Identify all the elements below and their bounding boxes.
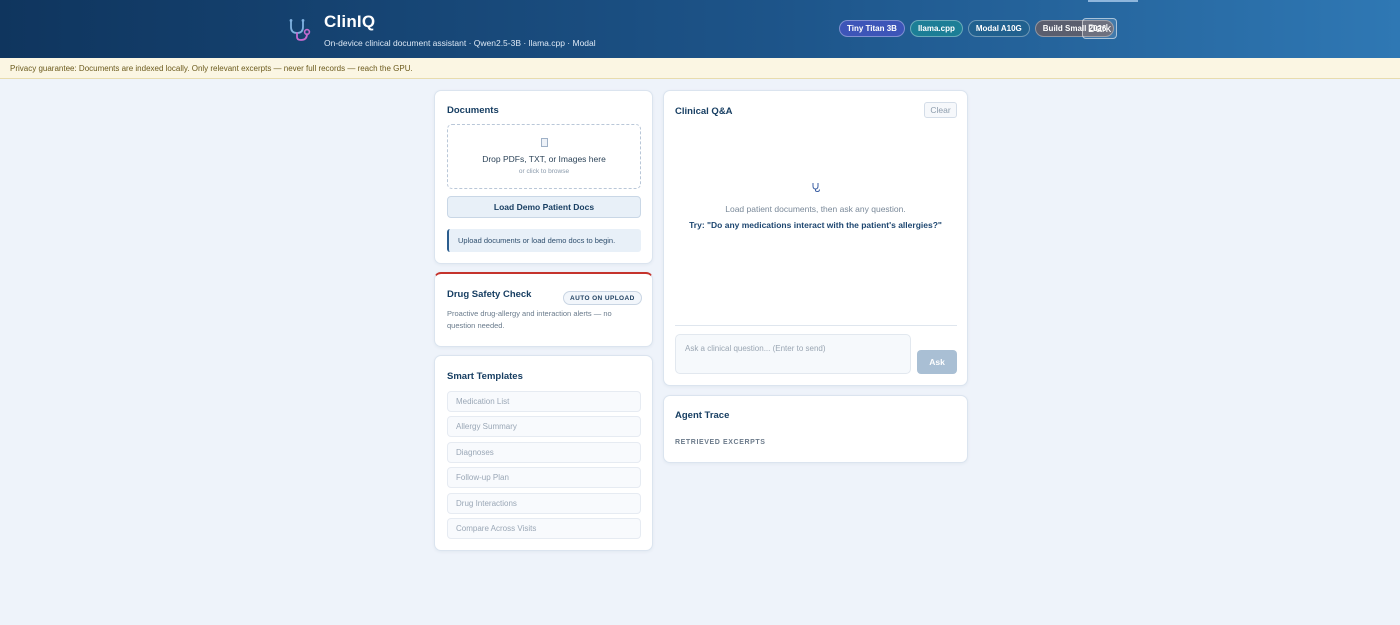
badge-model: Tiny Titan 3B bbox=[839, 20, 905, 37]
documents-title: Documents bbox=[447, 105, 499, 116]
stethoscope-icon bbox=[289, 19, 311, 41]
dark-mode-toggle[interactable]: Dark bbox=[1082, 18, 1117, 39]
app-header: ClinIQ On-device clinical document assis… bbox=[0, 0, 1400, 58]
auto-upload-badge: AUTO ON UPLOAD bbox=[563, 291, 642, 305]
drug-safety-title: Drug Safety Check bbox=[447, 289, 532, 300]
qa-divider bbox=[675, 325, 957, 326]
privacy-banner: Privacy guarantee: Documents are indexed… bbox=[0, 58, 1400, 79]
dropzone-label: Drop PDFs, TXT, or Images here bbox=[482, 154, 606, 164]
documents-status: Upload documents or load demo docs to be… bbox=[447, 229, 641, 252]
stethoscope-icon bbox=[812, 183, 820, 192]
template-allergy-summary[interactable]: Allergy Summary bbox=[447, 416, 641, 437]
qa-title: Clinical Q&A bbox=[675, 106, 733, 117]
drug-safety-card: Drug Safety Check AUTO ON UPLOAD Proacti… bbox=[434, 272, 653, 347]
templates-title: Smart Templates bbox=[447, 371, 523, 382]
retrieved-excerpts-label: RETRIEVED EXCERPTS bbox=[675, 439, 766, 446]
ask-button[interactable]: Ask bbox=[917, 350, 957, 374]
dropzone-sublabel: or click to browse bbox=[518, 168, 570, 175]
header-accent-line bbox=[1088, 0, 1138, 2]
template-follow-up-plan[interactable]: Follow-up Plan bbox=[447, 467, 641, 488]
app-title: ClinIQ bbox=[324, 12, 376, 31]
agent-trace-card: Agent Trace RETRIEVED EXCERPTS bbox=[663, 395, 968, 463]
file-dropzone[interactable]: Drop PDFs, TXT, or Images here or click … bbox=[447, 124, 641, 189]
documents-card: Documents Drop PDFs, TXT, or Images here… bbox=[434, 90, 653, 264]
header-badges: Tiny Titan 3B llama.cpp Modal A10G Build… bbox=[839, 20, 1115, 37]
template-drug-interactions[interactable]: Drug Interactions bbox=[447, 493, 641, 514]
template-compare-visits[interactable]: Compare Across Visits bbox=[447, 518, 641, 539]
document-icon bbox=[541, 138, 548, 147]
clear-button[interactable]: Clear bbox=[924, 102, 957, 118]
badge-runtime: llama.cpp bbox=[909, 20, 963, 37]
template-medication-list[interactable]: Medication List bbox=[447, 391, 641, 412]
clinical-qa-card: Clinical Q&A Clear Load patient document… bbox=[663, 90, 968, 386]
app-subtitle: On-device clinical document assistant · … bbox=[324, 38, 596, 48]
documents-status-text: Upload documents or load demo docs to be… bbox=[458, 236, 616, 245]
template-diagnoses[interactable]: Diagnoses bbox=[447, 442, 641, 463]
agent-trace-title: Agent Trace bbox=[675, 410, 730, 421]
qa-empty-hint: Load patient documents, then ask any que… bbox=[725, 204, 906, 214]
drug-safety-description: Proactive drug-allergy and interaction a… bbox=[447, 309, 612, 330]
load-demo-docs-button[interactable]: Load Demo Patient Docs bbox=[447, 196, 641, 218]
privacy-text: Privacy guarantee: Documents are indexed… bbox=[10, 63, 413, 73]
question-input[interactable] bbox=[675, 334, 911, 374]
badge-gpu: Modal A10G bbox=[967, 20, 1030, 37]
qa-example-question: Try: "Do any medications interact with t… bbox=[689, 220, 942, 230]
smart-templates-card: Smart Templates Medication List Allergy … bbox=[434, 355, 653, 551]
